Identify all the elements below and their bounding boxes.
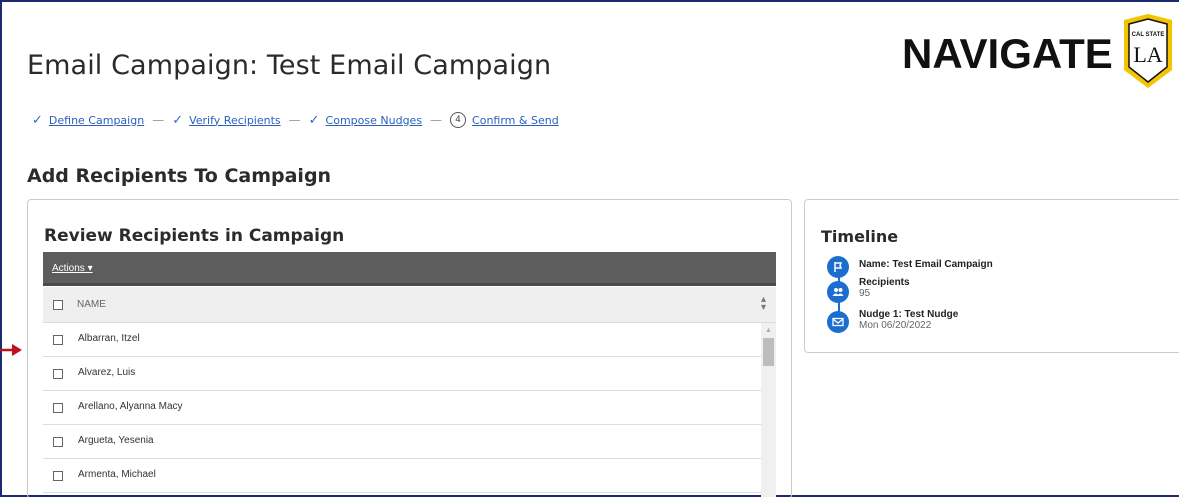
table-row[interactable]: Argueta, Yesenia [43, 425, 761, 459]
scrollbar-thumb[interactable] [763, 338, 774, 366]
recipient-name: Alvarez, Luis [78, 367, 136, 378]
timeline-panel: Timeline Name: Test Email Campaign Recip… [804, 199, 1179, 353]
select-all-checkbox[interactable] [53, 300, 63, 310]
timeline-item-nudge: Nudge 1: Test Nudge Mon 06/20/2022 [859, 309, 958, 331]
mail-icon [827, 311, 849, 333]
table-row[interactable]: Alvarez, Luis [43, 357, 761, 391]
step-separator: — [152, 113, 165, 127]
navigate-logo: NAVIGATE [902, 30, 1113, 77]
timeline-item-value: 95 [859, 288, 871, 299]
step-separator: — [288, 113, 301, 127]
row-checkbox[interactable] [53, 471, 63, 481]
table-row[interactable]: Arellano, Alyanna Macy [43, 391, 761, 425]
sort-icon[interactable]: ▴ ▾ [761, 295, 766, 313]
row-checkbox[interactable] [53, 437, 63, 447]
timeline-item-label: Recipients [859, 277, 910, 288]
recipients-panel-title: Review Recipients in Campaign [44, 226, 345, 246]
section-title: Add Recipients To Campaign [27, 165, 332, 187]
table-header: NAME ▴ ▾ [43, 287, 776, 323]
confirm-send-link[interactable]: Confirm & Send [472, 114, 559, 127]
table-row[interactable]: Albarran, Itzel [43, 323, 761, 357]
recipient-name: Armenta, Michael [78, 469, 156, 480]
step-define-campaign: ✓ Define Campaign — [32, 113, 172, 128]
red-arrow-icon [0, 344, 22, 356]
step-confirm-send: 4 Confirm & Send [450, 112, 559, 128]
check-icon: ✓ [32, 112, 43, 128]
step-verify-recipients: ✓ Verify Recipients — [172, 113, 308, 128]
recipients-list: Albarran, Itzel Alvarez, Luis Arellano, … [43, 323, 761, 497]
row-checkbox[interactable] [53, 335, 63, 345]
verify-recipients-link[interactable]: Verify Recipients [189, 114, 281, 127]
campaign-steps-breadcrumb: ✓ Define Campaign — ✓ Verify Recipients … [32, 112, 559, 128]
timeline-item-label: Nudge 1: Test Nudge [859, 309, 959, 320]
actions-dropdown[interactable]: Actions ▾ [52, 263, 93, 274]
people-icon [827, 281, 849, 303]
row-checkbox[interactable] [53, 369, 63, 379]
timeline-item-name: Name: Test Email Campaign [859, 259, 993, 270]
step-compose-nudges: ✓ Compose Nudges — [309, 113, 450, 128]
list-scrollbar[interactable]: ▲ [761, 323, 776, 497]
timeline-item-recipients: Recipients 95 [859, 277, 910, 299]
step-number-icon: 4 [450, 112, 467, 128]
seal-top-text: CAL STATE [1132, 32, 1165, 38]
recipient-name: Albarran, Itzel [78, 333, 140, 344]
cal-state-la-seal-icon: CAL STATE LA [1124, 14, 1172, 88]
name-column-header[interactable]: NAME [77, 299, 106, 310]
check-icon: ✓ [172, 112, 184, 128]
seal-main-text: LA [1133, 42, 1162, 67]
timeline-item-label: Name: Test Email Campaign [859, 259, 993, 270]
compose-nudges-link[interactable]: Compose Nudges [326, 114, 423, 127]
page-title: Email Campaign: Test Email Campaign [27, 50, 552, 81]
define-campaign-link[interactable]: Define Campaign [49, 114, 144, 127]
recipients-panel: Review Recipients in Campaign Actions ▾ … [27, 199, 792, 497]
step-separator: — [430, 113, 443, 127]
table-toolbar: Actions ▾ [43, 252, 776, 286]
recipient-name: Arellano, Alyanna Macy [78, 401, 183, 412]
scroll-up-icon[interactable]: ▲ [765, 327, 772, 334]
recipient-name: Argueta, Yesenia [78, 435, 154, 446]
flag-icon [827, 256, 849, 278]
row-checkbox[interactable] [53, 403, 63, 413]
timeline-title: Timeline [821, 227, 899, 246]
table-row[interactable]: Armenta, Michael [43, 459, 761, 493]
timeline-item-value: Mon 06/20/2022 [859, 320, 932, 331]
check-icon: ✓ [308, 112, 320, 128]
